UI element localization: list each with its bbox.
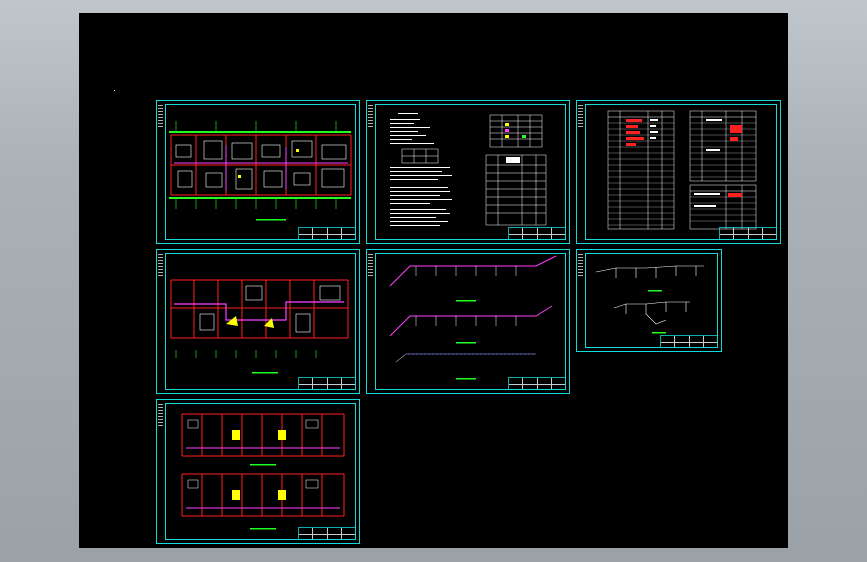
title-block: [719, 227, 777, 240]
sheet-margin-marks: [158, 404, 163, 428]
sheet-margin-marks: [158, 254, 163, 278]
floor-plan-drawing: [181, 413, 345, 530]
title-block: [298, 527, 356, 540]
sheet-margin-marks: [368, 254, 373, 278]
title-block: [660, 335, 718, 348]
title-block: [508, 227, 566, 240]
floor-plan-drawing: [170, 279, 349, 374]
floor-plan-drawing: [169, 121, 352, 221]
sheet-isometric-2[interactable]: [576, 249, 722, 352]
isometric-drawing: [595, 265, 704, 334]
notes-drawing: [390, 113, 547, 226]
sheet-margin-marks: [578, 105, 583, 129]
sheet-floor-plan-1[interactable]: [156, 100, 360, 244]
sheet-isometric-1[interactable]: [366, 249, 570, 394]
model-space-canvas[interactable]: [79, 13, 788, 548]
isometric-drawing: [389, 255, 557, 380]
schedule-drawing: [607, 110, 757, 230]
sheet-margin-marks: [578, 254, 583, 278]
title-block: [298, 377, 356, 390]
cursor-marker: [114, 90, 115, 91]
sheet-floor-plan-2[interactable]: [156, 249, 360, 394]
title-block: [298, 227, 356, 240]
sheet-margin-marks: [368, 105, 373, 129]
sheet-floor-plan-3[interactable]: [156, 399, 360, 544]
sheet-design-notes[interactable]: [366, 100, 570, 244]
sheet-equipment-schedule[interactable]: [576, 100, 781, 244]
sheet-margin-marks: [158, 105, 163, 129]
title-block: [508, 377, 566, 390]
cad-viewer-window: [0, 0, 867, 562]
